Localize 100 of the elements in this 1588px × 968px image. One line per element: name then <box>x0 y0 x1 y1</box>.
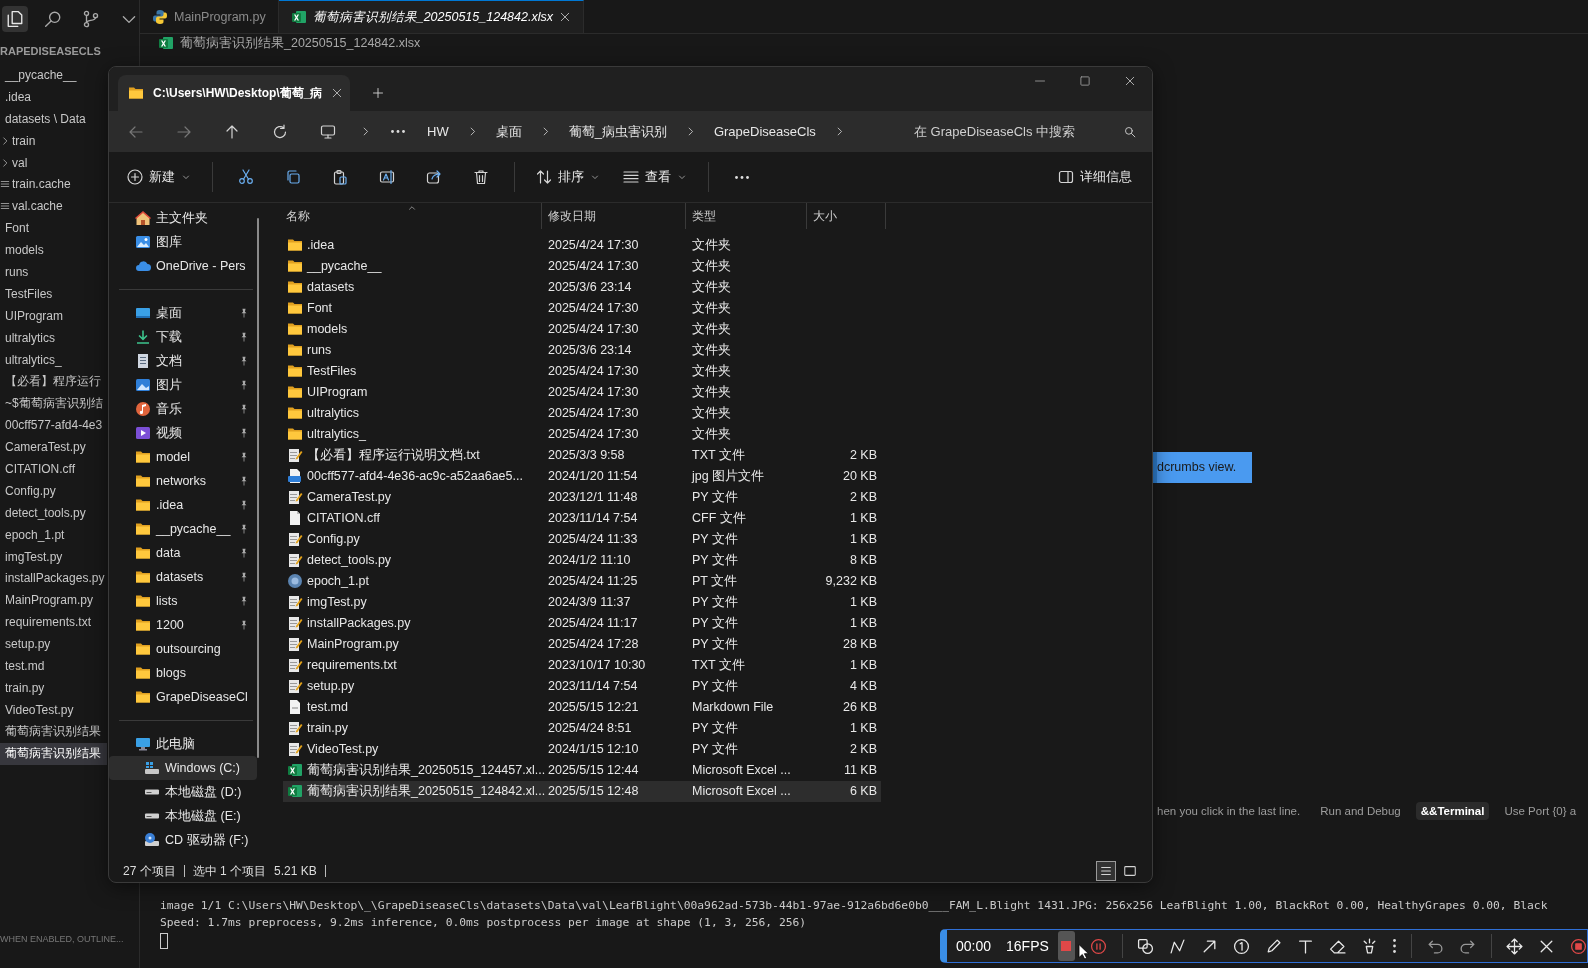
tree-item[interactable]: models <box>0 239 107 261</box>
nav-item[interactable]: blogs <box>109 661 257 685</box>
editor-tab[interactable]: MainProgram.py <box>140 0 279 33</box>
file-row[interactable]: ultralytics 2025/4/24 17:30 文件夹 <box>283 402 881 424</box>
tree-item[interactable]: train.cache <box>0 173 107 196</box>
tree-item[interactable]: installPackages.py <box>0 567 107 590</box>
tree-item[interactable]: __pycache__ <box>0 64 107 86</box>
nav-item[interactable]: CD 驱动器 (F:) <box>109 828 257 852</box>
file-row[interactable]: VideoTest.py 2024/1/15 12:10 PY 文件 2 KB <box>283 738 881 760</box>
tree-item[interactable]: val.cache <box>0 195 107 218</box>
nav-item[interactable]: model <box>109 445 257 469</box>
path-segment[interactable]: GrapeDiseaseCls <box>713 124 816 139</box>
hint-link[interactable]: Use Port {0} a <box>1499 802 1582 820</box>
refresh-icon[interactable] <box>272 123 288 140</box>
file-row[interactable]: Font 2025/4/24 17:30 文件夹 <box>283 297 881 319</box>
path-segment[interactable]: HW <box>427 124 449 139</box>
file-row[interactable]: datasets 2025/3/6 23:14 文件夹 <box>283 276 881 298</box>
tree-item[interactable]: TestFiles <box>0 282 107 305</box>
tree-item[interactable]: test.md <box>0 655 107 677</box>
hint-link[interactable]: &&Terminal <box>1415 802 1490 820</box>
nav-item[interactable]: 图片 <box>109 373 257 397</box>
tree-item[interactable]: train <box>0 129 107 152</box>
nav-item[interactable]: datasets <box>109 565 257 589</box>
file-row[interactable]: 葡萄病害识别结果_20250515_124842.xl... 2025/5/15 12:48 Microsoft Excel ... 6 KB <box>283 780 881 802</box>
nav-item[interactable]: data <box>109 541 257 565</box>
polyline-icon[interactable] <box>1169 937 1187 955</box>
more-icon[interactable] <box>1393 939 1397 953</box>
tree-item[interactable]: epoch_1.pt <box>0 523 107 546</box>
tree-item[interactable]: ultralytics <box>0 326 107 349</box>
file-row[interactable]: Config.py 2025/4/24 11:33 PY 文件 1 KB <box>283 528 881 550</box>
file-row[interactable]: __pycache__ 2025/4/24 17:30 文件夹 <box>283 255 881 277</box>
list-view-icon[interactable] <box>1096 861 1116 881</box>
file-row[interactable]: ultralytics_ 2025/4/24 17:30 文件夹 <box>283 423 881 445</box>
column-header[interactable]: 名称 <box>283 203 542 229</box>
nav-item[interactable]: outsourcing <box>109 637 257 661</box>
file-row[interactable]: imgTest.py 2024/3/9 11:37 PY 文件 1 KB <box>283 591 881 613</box>
column-header[interactable]: 类型 <box>686 203 807 229</box>
nav-item[interactable]: .idea <box>109 493 257 517</box>
scrollbar[interactable] <box>257 218 259 758</box>
tree-item[interactable]: val <box>0 151 107 174</box>
tree-item[interactable]: imgTest.py <box>0 545 107 568</box>
nav-item[interactable]: GrapeDiseaseCl <box>109 685 257 709</box>
sort-button[interactable]: 排序 <box>528 161 608 193</box>
tree-item[interactable]: detect_tools.py <box>0 501 107 524</box>
tree-item[interactable]: UIProgram <box>0 304 107 327</box>
file-row[interactable]: 葡萄病害识别结果_20250515_124457.xl... 2025/5/15 12:44 Microsoft Excel ... 11 KB <box>283 759 881 781</box>
file-row[interactable]: models 2025/4/24 17:30 文件夹 <box>283 318 881 340</box>
explorer-tab[interactable]: C:\Users\HW\Desktop\葡萄_病 <box>118 75 350 111</box>
nav-item[interactable]: 本地磁盘 (E:) <box>109 804 257 828</box>
shapes-icon[interactable] <box>1137 937 1155 955</box>
editor-tab[interactable]: 葡萄病害识别结果_20250515_124842.xlsx <box>278 0 584 33</box>
stop-recording-icon[interactable] <box>1570 937 1587 955</box>
tree-item[interactable]: train.py <box>0 676 107 699</box>
tree-item[interactable]: 【必看】程序运行 <box>0 370 107 393</box>
file-row[interactable]: runs 2025/3/6 23:14 文件夹 <box>283 339 881 361</box>
close-icon[interactable] <box>331 87 344 99</box>
path-segment[interactable]: 葡萄_病虫害识别 <box>568 122 667 141</box>
file-row[interactable]: test.md 2025/5/15 12:21 Markdown File 26 KB <box>283 696 881 718</box>
file-row[interactable]: .idea 2025/4/24 17:30 文件夹 <box>283 234 881 256</box>
file-row[interactable]: CITATION.cff 2023/11/14 7:54 CFF 文件 1 KB <box>283 507 881 529</box>
nav-item[interactable]: 视频 <box>109 421 257 445</box>
search-field[interactable]: 在 GrapeDiseaseCls 中搜索 <box>914 124 1136 139</box>
nav-item[interactable]: __pycache__ <box>109 517 257 541</box>
file-row[interactable]: 00cff577-afd4-4e36-ac9c-a52aa6ae5... 2024/1/20 11:54 jpg 图片文件 20 KB <box>283 465 881 487</box>
column-header[interactable]: 修改日期 <box>542 203 686 229</box>
tree-item[interactable]: Config.py <box>0 479 107 502</box>
close-icon[interactable] <box>558 11 571 23</box>
hint-link[interactable]: hen you click in the last line. <box>1152 802 1306 820</box>
file-row[interactable]: CameraTest.py 2023/12/1 11:48 PY 文件 2 KB <box>283 486 881 508</box>
nav-item[interactable]: Windows (C:) <box>109 756 257 780</box>
tree-item[interactable]: requirements.txt <box>0 611 107 634</box>
tree-item[interactable]: 葡萄病害识别结果 <box>0 720 107 743</box>
nav-item[interactable]: 此电脑 <box>109 732 257 756</box>
pen-icon[interactable] <box>1265 937 1283 955</box>
file-row[interactable]: detect_tools.py 2024/1/2 11:10 PY 文件 8 KB <box>283 549 881 571</box>
new-button[interactable]: 新建 <box>119 161 199 193</box>
monitor-icon[interactable] <box>320 123 336 140</box>
file-row[interactable]: train.py 2025/4/24 8:51 PY 文件 1 KB <box>283 717 881 739</box>
pause-icon[interactable] <box>1089 937 1107 955</box>
file-row[interactable]: epoch_1.pt 2025/4/24 11:25 PT 文件 9,232 KB <box>283 570 881 592</box>
nav-item[interactable]: 桌面 <box>109 301 257 325</box>
nav-item[interactable]: networks <box>109 469 257 493</box>
nav-item[interactable]: 1200 <box>109 613 257 637</box>
tree-item[interactable]: 葡萄病害识别结果 <box>0 742 107 765</box>
tree-item[interactable]: 00cff577-afd4-4e3 <box>0 414 107 437</box>
nav-item[interactable]: OneDrive - Pers <box>109 254 257 278</box>
nav-item[interactable]: lists <box>109 589 257 613</box>
nav-item[interactable]: 音乐 <box>109 397 257 421</box>
hint-link[interactable]: Run and Debug <box>1315 802 1406 820</box>
file-row[interactable]: 【必看】程序运行说明文档.txt 2025/3/3 9:58 TXT 文件 2 KB <box>283 444 881 466</box>
tree-item[interactable]: ultralytics_ <box>0 348 107 371</box>
tree-item[interactable]: Font <box>0 217 107 240</box>
move-icon[interactable] <box>1506 937 1523 955</box>
nav-item[interactable]: 本地磁盘 (D:) <box>109 780 257 804</box>
details-button[interactable]: 详细信息 <box>1050 161 1140 193</box>
tree-item[interactable]: MainProgram.py <box>0 589 107 612</box>
nav-item[interactable]: 图库 <box>109 230 257 254</box>
tree-item[interactable]: CITATION.cff <box>0 458 107 480</box>
file-row[interactable]: installPackages.py 2025/4/24 11:17 PY 文件 1 KB <box>283 612 881 634</box>
files-icon[interactable] <box>2 6 28 32</box>
